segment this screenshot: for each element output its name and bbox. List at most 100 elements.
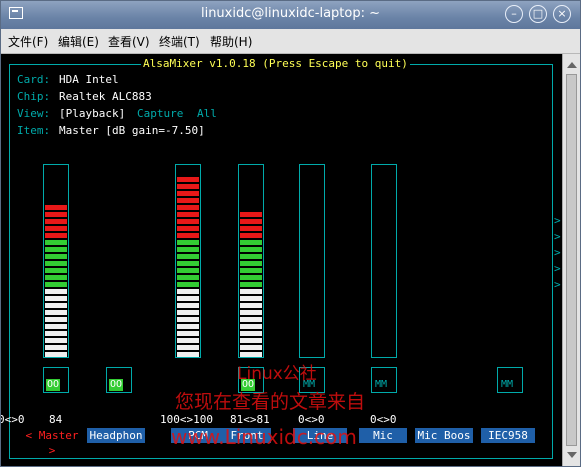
volume-segment xyxy=(177,303,199,308)
volume-segment xyxy=(177,261,199,266)
volume-segment xyxy=(45,345,67,350)
volume-segment xyxy=(177,205,199,210)
scroll-more-icon: > xyxy=(554,214,561,227)
mixer-header: AlsaMixer v1.0.18 (Press Escape to quit) xyxy=(141,57,410,70)
scroll-more-icon: > xyxy=(554,278,561,291)
volume-segment xyxy=(45,247,67,252)
volume-segment xyxy=(177,177,199,182)
maximize-icon[interactable]: □ xyxy=(529,5,547,23)
scroll-down-icon[interactable] xyxy=(567,452,577,458)
channel-label[interactable]: Mic Boos xyxy=(415,428,473,443)
volume-segment xyxy=(45,352,67,357)
volume-segment xyxy=(45,219,67,224)
volume-bar-frame[interactable] xyxy=(299,164,325,358)
minimize-icon[interactable]: – xyxy=(505,5,523,23)
volume-segment xyxy=(240,352,262,357)
title-bar[interactable]: linuxidc@linuxidc-laptop: ~ – □ × xyxy=(1,1,580,29)
volume-segment xyxy=(45,212,67,217)
menu-file[interactable]: 文件(F) xyxy=(8,33,48,50)
volume-segment xyxy=(177,275,199,280)
scroll-more-icon: > xyxy=(554,230,561,243)
mute-switch[interactable]: OO xyxy=(109,379,124,391)
scroll-thumb[interactable] xyxy=(566,74,577,446)
volume-bar-frame[interactable] xyxy=(371,164,397,358)
volume-segment xyxy=(45,275,67,280)
view-label: View: xyxy=(17,107,51,120)
channel-label[interactable]: < Master > xyxy=(21,428,83,457)
volume-segment xyxy=(240,212,262,217)
volume-segment xyxy=(240,324,262,329)
volume-segment xyxy=(240,247,262,252)
scroll-up-icon[interactable] xyxy=(567,62,577,68)
volume-segment xyxy=(177,345,199,350)
volume-segment xyxy=(177,310,199,315)
volume-segment xyxy=(45,254,67,259)
channel-label[interactable]: Mic xyxy=(359,428,407,443)
volume-segment xyxy=(240,345,262,350)
volume-segment xyxy=(240,254,262,259)
volume-segment xyxy=(45,317,67,322)
volume-segment xyxy=(45,282,67,287)
volume-segment xyxy=(177,226,199,231)
volume-value: 0<>0 xyxy=(370,413,397,426)
close-icon[interactable]: × xyxy=(553,5,571,23)
volume-segment xyxy=(45,268,67,273)
card-value: HDA Intel xyxy=(59,73,119,86)
chip-value: Realtek ALC883 xyxy=(59,90,152,103)
volume-segment xyxy=(177,247,199,252)
volume-segment xyxy=(240,310,262,315)
volume-value: 84 xyxy=(49,413,63,426)
channel-label[interactable]: Headphon xyxy=(87,428,145,443)
volume-segment xyxy=(177,191,199,196)
volume-segment xyxy=(240,261,262,266)
menu-help[interactable]: 帮助(H) xyxy=(210,33,252,50)
volume-segment xyxy=(240,268,262,273)
chip-label: Chip: xyxy=(17,90,51,103)
volume-segment xyxy=(177,282,199,287)
volume-segment xyxy=(240,303,262,308)
volume-segment xyxy=(240,233,262,238)
view-playback[interactable]: [Playback] xyxy=(59,107,125,120)
volume-segment xyxy=(177,324,199,329)
volume-segment xyxy=(45,261,67,266)
volume-segment xyxy=(177,212,199,217)
volume-segment xyxy=(45,303,67,308)
volume-segment xyxy=(45,205,67,210)
volume-value: 0<>0 xyxy=(0,413,25,426)
card-label: Card: xyxy=(17,73,51,86)
view-capture[interactable]: Capture xyxy=(137,107,183,120)
volume-segment xyxy=(240,226,262,231)
watermark-line2: 您现在查看的文章来自 xyxy=(175,391,366,413)
volume-segment xyxy=(240,317,262,322)
mute-switch[interactable]: OO xyxy=(46,379,61,391)
item-label: Item: xyxy=(17,124,51,137)
volume-segment xyxy=(45,233,67,238)
volume-segment xyxy=(177,289,199,294)
volume-segment xyxy=(177,198,199,203)
volume-segment xyxy=(45,331,67,336)
volume-segment xyxy=(177,317,199,322)
volume-segment xyxy=(177,268,199,273)
alsamixer-screen[interactable]: AlsaMixer v1.0.18 (Press Escape to quit)… xyxy=(1,54,562,466)
mute-switch[interactable]: MM xyxy=(500,379,514,391)
volume-segment xyxy=(177,219,199,224)
menu-view[interactable]: 查看(V) xyxy=(108,33,150,50)
volume-segment xyxy=(177,240,199,245)
volume-segment xyxy=(240,282,262,287)
terminal-window: linuxidc@linuxidc-laptop: ~ – □ × 文件(F) … xyxy=(0,0,581,467)
volume-segment xyxy=(177,352,199,357)
volume-segment xyxy=(240,338,262,343)
volume-segment xyxy=(240,296,262,301)
menu-edit[interactable]: 编辑(E) xyxy=(58,33,99,50)
channel-label[interactable]: IEC958 xyxy=(481,428,535,443)
view-all[interactable]: All xyxy=(197,107,217,120)
mute-switch[interactable]: MM xyxy=(374,379,388,391)
volume-segment xyxy=(45,289,67,294)
watermark-line1: Linux公社 xyxy=(237,364,317,384)
menu-terminal[interactable]: 终端(T) xyxy=(159,33,200,50)
scrollbar[interactable] xyxy=(562,54,580,466)
scroll-more-icon: > xyxy=(554,262,561,275)
volume-segment xyxy=(177,184,199,189)
volume-segment xyxy=(45,240,67,245)
scroll-more-icon: > xyxy=(554,246,561,259)
